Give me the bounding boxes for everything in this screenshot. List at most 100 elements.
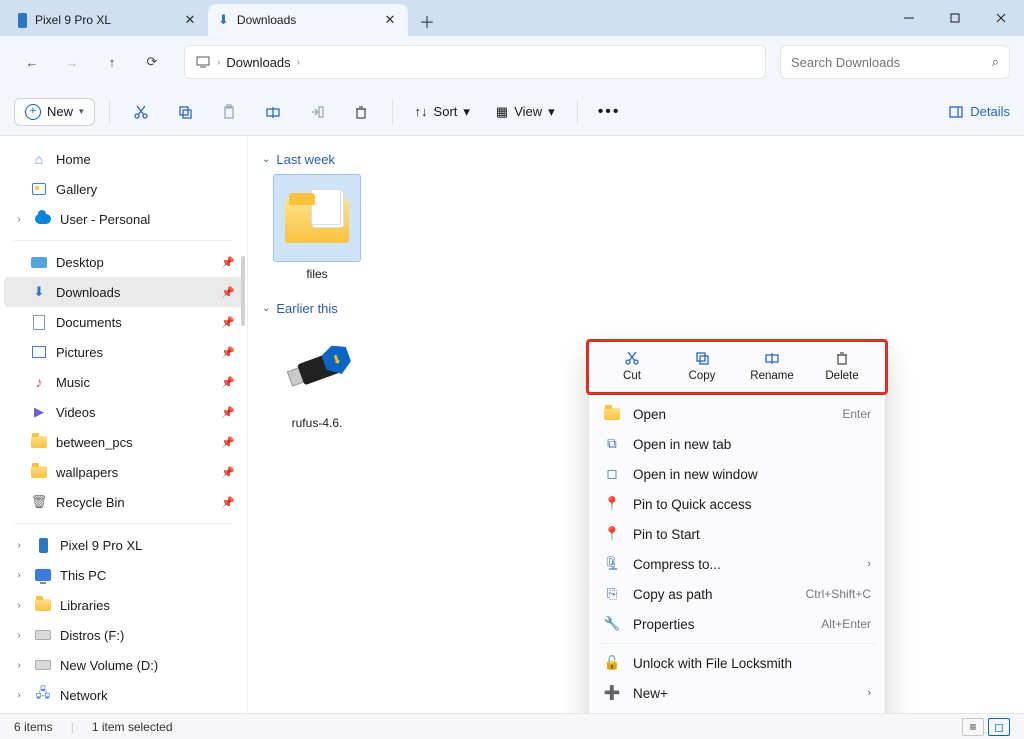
status-selection: 1 item selected (92, 720, 173, 734)
cm-label: Compress to... (633, 557, 855, 572)
view-button[interactable]: ▦ View ▾ (488, 99, 563, 125)
rename-icon (764, 350, 780, 366)
cm-open[interactable]: OpenEnter (589, 399, 885, 429)
sort-label: Sort (434, 104, 458, 119)
close-window-button[interactable] (978, 0, 1024, 36)
recycle-icon: 🗑 (30, 494, 48, 510)
cm-new-plus[interactable]: ➕New+› (589, 678, 885, 708)
cm-hint: Enter (842, 407, 871, 421)
search-input[interactable] (791, 55, 992, 70)
view-label: View (514, 104, 542, 119)
separator (392, 100, 393, 124)
sidebar-item-label: Libraries (60, 598, 110, 613)
cm-pin-start[interactable]: 📍Pin to Start (589, 519, 885, 549)
exe-icon: ⬇ (274, 324, 360, 410)
group-header-earlier[interactable]: ⌄ Earlier this (262, 301, 1010, 316)
phone-icon (18, 13, 27, 28)
file-item-files[interactable]: files (272, 175, 362, 281)
sidebar-item-videos[interactable]: ▶Videos📌 (4, 397, 243, 427)
sidebar-item-libraries[interactable]: › Libraries (4, 590, 243, 620)
sidebar-item-downloads[interactable]: ⬇Downloads📌 (4, 277, 243, 307)
cut-button[interactable] (124, 95, 158, 129)
cm-delete-button[interactable]: Delete (814, 346, 870, 386)
maximize-button[interactable] (932, 0, 978, 36)
up-button[interactable]: ↑ (94, 44, 130, 80)
cm-cut-button[interactable]: Cut (604, 346, 660, 386)
sidebar-item-label: User - Personal (60, 212, 150, 227)
cm-unlock-locksmith[interactable]: 🔓Unlock with File Locksmith (589, 648, 885, 678)
tab-pixel[interactable]: Pixel 9 Pro XL ✕ (8, 4, 208, 36)
chevron-down-icon: ▾ (79, 106, 84, 117)
chevron-right-icon: › (867, 558, 871, 570)
chevron-right-icon[interactable]: › (12, 660, 26, 671)
search-icon[interactable]: ⌕ (992, 54, 999, 70)
chevron-right-icon[interactable]: › (12, 690, 26, 701)
breadcrumb-downloads[interactable]: Downloads (226, 55, 290, 70)
sidebar-item-distros[interactable]: ›Distros (F:) (4, 620, 243, 650)
group-header-last-week[interactable]: ⌄ Last week (262, 152, 1010, 167)
chevron-right-icon[interactable]: › (12, 214, 26, 225)
plus-icon: ➕ (603, 685, 621, 701)
details-toggle[interactable]: Details (948, 104, 1010, 120)
chevron-right-icon[interactable]: › (12, 540, 26, 551)
sidebar-item-gallery[interactable]: Gallery (4, 174, 243, 204)
rename-button[interactable] (256, 95, 290, 129)
cm-properties[interactable]: 🔧PropertiesAlt+Enter (589, 609, 885, 639)
close-icon[interactable]: ✕ (382, 12, 398, 28)
cm-rename-button[interactable]: Rename (744, 346, 800, 386)
close-icon[interactable]: ✕ (182, 12, 198, 28)
search-box[interactable]: ⌕ (780, 45, 1010, 79)
file-item-rufus[interactable]: ⬇ rufus-4.6. (272, 324, 362, 430)
sidebar-item-music[interactable]: ♪Music📌 (4, 367, 243, 397)
more-button[interactable]: ••• (592, 103, 627, 121)
sidebar-item-this-pc[interactable]: ›This PC (4, 560, 243, 590)
cm-pin-quick[interactable]: 📍Pin to Quick access (589, 489, 885, 519)
sidebar-item-recycle-bin[interactable]: 🗑Recycle Bin📌 (4, 487, 243, 517)
back-button[interactable]: ← (14, 44, 50, 80)
address-bar[interactable]: › Downloads › (184, 45, 766, 79)
refresh-button[interactable]: ⟳ (134, 44, 170, 80)
chevron-right-icon[interactable]: › (12, 630, 26, 641)
paste-button[interactable] (212, 95, 246, 129)
sidebar-item-pixel[interactable]: ›Pixel 9 Pro XL (4, 530, 243, 560)
sidebar-item-between-pcs[interactable]: between_pcs📌 (4, 427, 243, 457)
sidebar-item-desktop[interactable]: Desktop📌 (4, 247, 243, 277)
minimize-button[interactable] (886, 0, 932, 36)
sidebar-item-new-volume[interactable]: ›New Volume (D:) (4, 650, 243, 680)
sidebar-item-label: wallpapers (56, 465, 118, 480)
sidebar-item-pictures[interactable]: Pictures📌 (4, 337, 243, 367)
cm-copy-button[interactable]: Copy (674, 346, 730, 386)
cm-compress[interactable]: 🗜Compress to...› (589, 549, 885, 579)
window-icon: ◻ (603, 466, 621, 482)
cm-hint: Ctrl+Shift+C (806, 587, 871, 601)
picture-icon (30, 346, 48, 358)
new-button[interactable]: + New ▾ (14, 98, 95, 126)
forward-button[interactable]: → (54, 44, 90, 80)
sidebar-item-wallpapers[interactable]: wallpapers📌 (4, 457, 243, 487)
cm-copy-path[interactable]: ⎘Copy as pathCtrl+Shift+C (589, 579, 885, 609)
view-grid-button[interactable]: ◻ (988, 718, 1010, 736)
sidebar-item-user[interactable]: › User - Personal (4, 204, 243, 234)
cm-open-new-tab[interactable]: ⧉Open in new tab (589, 429, 885, 459)
sidebar-item-home[interactable]: ⌂Home (4, 144, 243, 174)
share-button[interactable] (300, 95, 334, 129)
chevron-right-icon[interactable]: › (12, 570, 26, 581)
items-row: files (272, 175, 1010, 281)
sidebar-item-documents[interactable]: Documents📌 (4, 307, 243, 337)
tab-add-button[interactable]: ＋ (412, 6, 442, 36)
cm-label: Open in new window (633, 467, 871, 482)
status-bar: 6 items | 1 item selected ≡ ◻ (0, 713, 1024, 739)
view-list-button[interactable]: ≡ (962, 718, 984, 736)
chevron-right-icon[interactable]: › (12, 600, 26, 611)
cm-open-new-window[interactable]: ◻ Open in new window (589, 459, 885, 489)
delete-button[interactable] (344, 95, 378, 129)
sidebar-item-network[interactable]: ›🖧Network (4, 680, 243, 710)
file-name: rufus-4.6. (292, 416, 343, 430)
separator (109, 100, 110, 124)
sidebar: ⌂Home Gallery ›User - Personal Desktop📌 … (0, 136, 248, 713)
sort-button[interactable]: ↑↓ Sort ▾ (407, 99, 478, 125)
tab-downloads[interactable]: ⬇ Downloads ✕ (208, 4, 408, 36)
cut-icon (624, 350, 640, 366)
scrollbar[interactable] (241, 256, 245, 326)
copy-button[interactable] (168, 95, 202, 129)
